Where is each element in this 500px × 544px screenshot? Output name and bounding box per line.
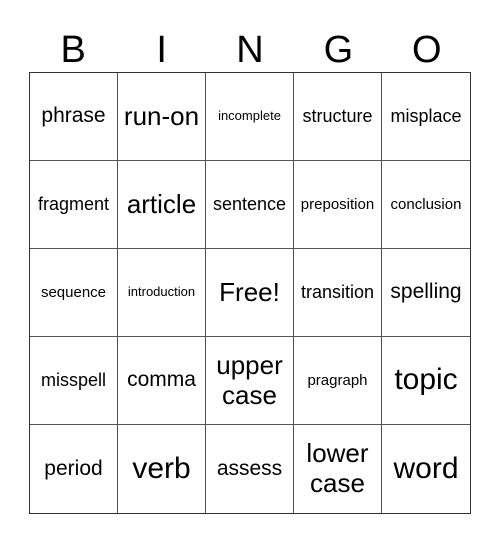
bingo-cell[interactable]: assess [206,425,294,513]
bingo-cell[interactable]: topic [382,337,470,425]
cell-label: structure [302,106,373,127]
cell-label: run-on [123,100,200,131]
cell-label: misspell [40,370,106,391]
cell-label: transition [300,282,375,303]
cell-label: Free! [219,276,280,307]
cell-label: assess [216,456,283,480]
bingo-cell[interactable]: phrase [30,73,118,161]
bingo-cell[interactable]: comma [118,337,206,425]
bingo-cell[interactable]: word [382,425,470,513]
bingo-cell[interactable]: sequence [30,249,118,337]
cell-label: phrase [41,104,106,128]
cell-label: sentence [212,194,287,215]
bingo-cell[interactable]: sentence [206,161,294,249]
cell-label: topic [394,363,458,397]
cell-label: lower case [306,438,369,498]
cell-label: misplace [390,106,462,127]
cell-label: pragraph [307,371,368,389]
cell-label: comma [127,368,196,392]
cell-label: fragment [37,194,110,215]
header-letter-g: G [323,29,354,71]
bingo-cell[interactable]: transition [294,249,382,337]
header-letter-i: I [156,29,167,71]
bingo-cell[interactable]: preposition [294,161,382,249]
bingo-cell[interactable]: article [118,161,206,249]
bingo-cell[interactable]: misplace [382,73,470,161]
cell-label: verb [132,451,191,485]
bingo-cell[interactable]: conclusion [382,161,470,249]
bingo-cell[interactable]: pragraph [294,337,382,425]
free-space-cell[interactable]: Free! [206,249,294,337]
cell-label: introduction [127,284,196,300]
bingo-cell[interactable]: verb [118,425,206,513]
bingo-cell[interactable]: run-on [118,73,206,161]
bingo-cell[interactable]: misspell [30,337,118,425]
bingo-cell[interactable]: spelling [382,249,470,337]
bingo-cell[interactable]: incomplete [206,73,294,161]
header-letter-o: O [412,29,442,71]
cell-label: upper case [216,349,283,410]
cell-label: word [393,451,459,485]
bingo-cell[interactable]: introduction [118,249,206,337]
cell-label: sequence [40,283,107,301]
bingo-header: B I N G O [29,28,471,72]
bingo-cell[interactable]: upper case [206,337,294,425]
bingo-grid: phrase run-on incomplete structure misplace f… [29,72,471,514]
cell-label: conclusion [390,195,462,213]
header-letter-b: B [60,29,86,71]
bingo-cell[interactable]: period [30,425,118,513]
cell-label: incomplete [218,108,281,124]
bingo-cell[interactable]: lower case [294,425,382,513]
cell-label: article [126,188,197,219]
cell-label: period [44,456,103,480]
bingo-cell[interactable]: structure [294,73,382,161]
bingo-cell[interactable]: fragment [30,161,118,249]
cell-label: spelling [390,280,462,304]
header-letter-n: N [236,29,264,71]
cell-label: preposition [300,195,375,213]
